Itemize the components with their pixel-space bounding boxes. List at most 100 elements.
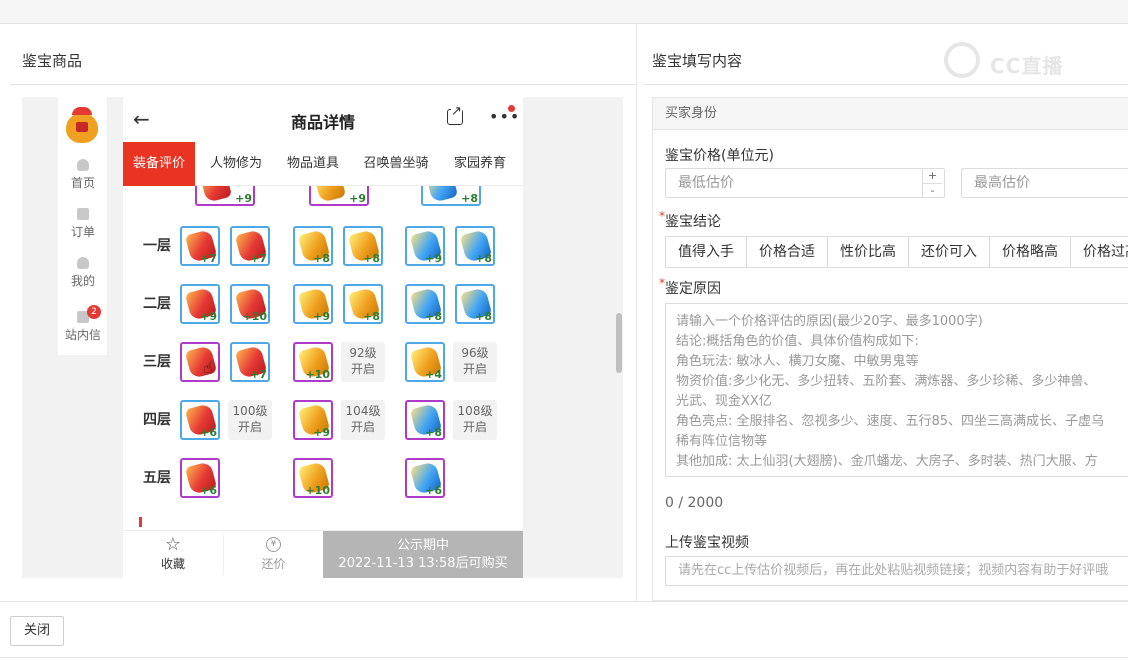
conclusion-option[interactable]: 值得入手 [665,236,747,268]
locked-slot: 108级 开启 [453,400,497,440]
char-counter: 0 / 2000 [665,495,724,511]
page-title: 商品详情 [290,113,355,132]
product-preview: 首页 订单 我的 2 站内信 ← 商品详情 ••• 装备评价 人物修为 物品道具… [22,97,623,578]
appraisal-form: 买家身份 鉴宝价格(单位元) 最低估价 + - 最高估价 * 鉴宝结论 值得入手 … [652,97,1128,601]
category-tabs: 装备评价 人物修为 物品道具 召唤兽坐骑 家园养育 [123,142,523,186]
equipment-slot[interactable]: +8 [421,186,481,206]
equipment-slot[interactable]: +9 [195,186,255,206]
level-label: +9 [313,310,330,323]
row-label: 一层 [143,238,171,254]
tab-cultivation[interactable]: 人物修为 [199,142,273,186]
sidebar-item-messages[interactable]: 2 站内信 [58,305,108,343]
equipment-slot[interactable]: +8 [455,226,495,266]
conclusion-option[interactable]: 价格合适 [746,236,828,268]
level-label: +8 [425,310,442,323]
level-label: +8 [363,252,380,265]
level-label: +9 [349,192,366,205]
conclusion-option[interactable]: 性价比高 [827,236,909,268]
equipment-slot[interactable] [180,342,220,382]
buy-button[interactable]: 公示期中 2022-11-13 13:58后可购买 [323,531,523,578]
required-marker: * [659,276,665,290]
form-header: 买家身份 [653,98,1128,130]
app-sidebar: 首页 订单 我的 2 站内信 [58,97,108,355]
equipment-slot[interactable]: +8 [405,400,445,440]
level-label: +9 [313,426,330,439]
star-icon: ☆ [164,534,182,555]
equipment-grid: +9 +9 +8 一层 +7 +7 +8 +8 +9 +8 二层 +9 +10 … [123,186,523,511]
locked-slot: 92级 开启 [341,342,385,382]
sidebar-item-label: 首页 [70,176,95,190]
equipment-slot[interactable]: +7 [230,226,270,266]
equipment-slot[interactable]: +9 [180,284,220,324]
equipment-slot[interactable]: +6 [405,458,445,498]
equipment-slot[interactable]: +8 [405,284,445,324]
level-label: +9 [200,310,217,323]
right-divider [644,84,1128,85]
level-label: +8 [425,426,442,439]
equipment-slot[interactable]: +6 [180,458,220,498]
sidebar-item-label: 订单 [70,225,95,239]
reason-label: * 鉴定原因 [659,276,721,297]
equipment-slot[interactable]: +9 [293,284,333,324]
row-label: 三层 [143,354,171,370]
conclusion-option[interactable]: 还价可入 [908,236,990,268]
min-price-input[interactable]: 最低估价 + - [665,168,945,198]
equipment-slot[interactable]: +8 [455,284,495,324]
price-stepper[interactable]: + - [922,169,942,197]
sidebar-item-home[interactable]: 首页 [58,159,108,191]
equipment-slot[interactable]: +7 [180,226,220,266]
max-price-input[interactable]: 最高估价 [961,168,1128,198]
reason-textarea[interactable]: 请输入一个价格评估的原因(最少20字、最多1000字) 结论:概括角色的价值、具… [665,303,1128,477]
level-label: +10 [305,484,330,497]
level-label: +6 [200,484,217,497]
required-marker: * [659,209,665,223]
level-label: +10 [305,368,330,381]
conclusion-option[interactable]: 价格过高 [1070,236,1128,268]
level-label: +6 [425,484,442,497]
preview-scrollbar[interactable] [616,313,622,373]
row-label: 二层 [143,296,171,312]
section-marker [139,517,142,527]
equipment-slot[interactable]: +8 [343,226,383,266]
equipment-slot[interactable]: +7 [230,342,270,382]
equipment-art [313,186,347,203]
tab-items[interactable]: 物品道具 [277,142,349,186]
stepper-minus[interactable]: - [923,184,942,198]
sidebar-item-orders[interactable]: 订单 [58,208,108,240]
favorite-button[interactable]: ☆ 收藏 [123,535,223,572]
bargain-button[interactable]: ¥ 还价 [223,535,323,575]
buy-status: 公示期中 [396,538,449,553]
level-label: +7 [200,252,217,265]
coin-icon: ¥ [266,537,281,552]
tab-pets[interactable]: 召唤兽坐骑 [353,142,439,186]
share-icon[interactable] [447,104,463,125]
equipment-slot[interactable]: +8 [343,284,383,324]
equipment-slot[interactable]: +9 [405,226,445,266]
equipment-slot[interactable]: +10 [230,284,270,324]
tab-home[interactable]: 家园养育 [443,142,517,186]
more-icon[interactable]: ••• [489,107,520,126]
equipment-slot[interactable]: +6 [180,400,220,440]
sidebar-item-label: 站内信 [64,328,101,342]
equipment-slot[interactable]: +9 [293,400,333,440]
upload-label: 上传鉴宝视频 [665,535,749,551]
video-link-input[interactable]: 请先在cc上传估价视频后，再在此处粘贴视频链接；视频内容有助于好评哦 [665,556,1128,586]
stepper-plus[interactable]: + [923,169,942,184]
column-divider [636,24,637,601]
conclusion-option[interactable]: 价格略高 [989,236,1071,268]
level-label: +8 [475,252,492,265]
locked-slot: 96级 开启 [453,342,497,382]
level-label: +4 [425,368,442,381]
equipment-slot[interactable]: +9 [309,186,369,206]
level-label: +6 [200,426,217,439]
equipment-slot[interactable]: +10 [293,342,333,382]
watermark-logo-icon [944,42,980,78]
equipment-slot[interactable]: +8 [293,226,333,266]
equipment-slot[interactable]: +4 [405,342,445,382]
level-label: +9 [425,252,442,265]
close-button[interactable]: 关闭 [10,616,64,646]
equipment-slot[interactable]: +10 [293,458,333,498]
tab-equipment[interactable]: 装备评价 [123,142,195,186]
sidebar-item-mine[interactable]: 我的 [58,257,108,289]
next-section-peek [135,517,155,527]
